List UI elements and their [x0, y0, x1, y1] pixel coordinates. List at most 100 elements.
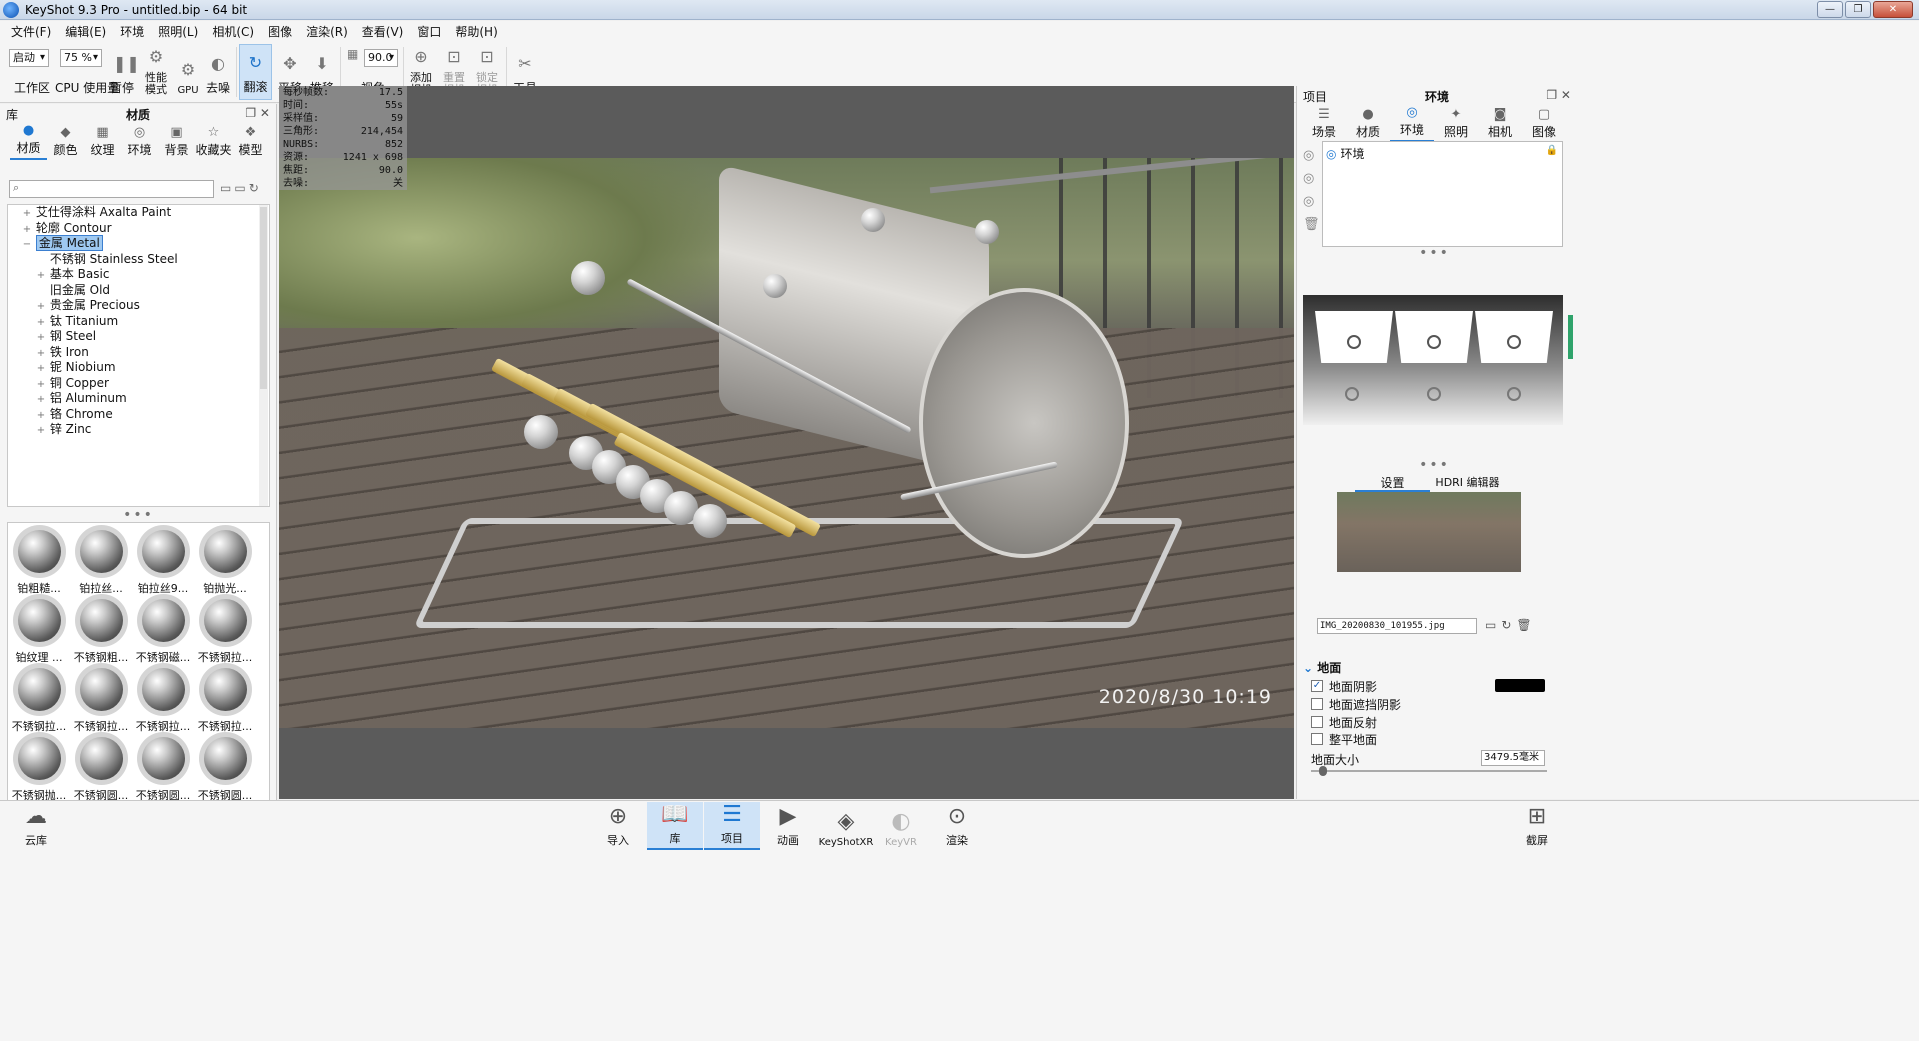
- material-thumbnail[interactable]: 不锈钢抛...: [11, 732, 67, 802]
- menu-camera[interactable]: 相机(C): [205, 23, 261, 40]
- menu-help[interactable]: 帮助(H): [448, 23, 504, 40]
- tab-camera[interactable]: ◙ 相机: [1478, 106, 1522, 142]
- tree-item[interactable]: + 铜 Copper: [8, 376, 269, 392]
- library-search-input[interactable]: ⌕: [9, 180, 214, 198]
- splitter-handle[interactable]: •••: [1397, 246, 1472, 260]
- ground-occlusion-checkbox[interactable]: [1311, 698, 1323, 710]
- panel-controls[interactable]: ❐ ✕: [245, 106, 270, 120]
- splitter-handle[interactable]: •••: [0, 508, 277, 522]
- tree-item[interactable]: + 轮廓 Contour: [8, 221, 269, 237]
- ground-size-slider[interactable]: [1311, 770, 1547, 772]
- render-viewport[interactable]: 2020/8/30 10:19 每秒帧数: 17.5 时间: 55s 采样值: 59 三角形…: [279, 86, 1294, 799]
- expand-icon[interactable]: +: [36, 377, 46, 393]
- tree-item[interactable]: + 贵金属 Precious: [8, 298, 269, 314]
- expand-icon[interactable]: +: [36, 268, 46, 284]
- expand-icon[interactable]: +: [36, 361, 46, 377]
- tree-item[interactable]: 旧金属 Old: [8, 283, 269, 299]
- material-thumbnail[interactable]: 铂粗糙...: [11, 525, 67, 595]
- folder-add-icon[interactable]: ▭: [234, 181, 248, 195]
- maximize-button[interactable]: ❐: [1845, 1, 1871, 18]
- expand-icon[interactable]: +: [22, 222, 32, 238]
- material-thumbnail[interactable]: 不锈钢拉...: [11, 663, 67, 733]
- tree-item[interactable]: + 铌 Niobium: [8, 360, 269, 376]
- folder-open-icon[interactable]: ▭: [1485, 618, 1501, 632]
- field-of-view-input[interactable]: 90.0: [364, 49, 398, 67]
- tree-item[interactable]: + 铬 Chrome: [8, 407, 269, 423]
- tab-models[interactable]: ❖ 模型: [232, 124, 269, 160]
- menu-image[interactable]: 图像: [261, 23, 299, 40]
- flatten-ground-checkbox[interactable]: [1311, 733, 1323, 745]
- expand-icon[interactable]: +: [36, 330, 46, 346]
- close-button[interactable]: ✕: [1873, 1, 1913, 18]
- tree-item[interactable]: + 基本 Basic: [8, 267, 269, 283]
- denoise-button[interactable]: ◐ 去噪: [204, 44, 232, 100]
- material-thumbnail[interactable]: 不锈钢拉...: [197, 663, 253, 733]
- delete-icon[interactable]: 🗑: [1516, 618, 1536, 632]
- expand-icon[interactable]: −: [22, 237, 32, 253]
- light-pin[interactable]: [1427, 335, 1441, 349]
- performance-mode-button[interactable]: ⚙ 性能 模式: [140, 44, 172, 100]
- softbox-light[interactable]: [1315, 311, 1393, 363]
- cloud-library-button[interactable]: ☁ 云库: [8, 802, 64, 850]
- material-thumbnail[interactable]: 不锈钢拉...: [197, 594, 253, 664]
- tab-colors[interactable]: ◆ 颜色: [47, 124, 84, 160]
- tree-item[interactable]: 不锈钢 Stainless Steel: [8, 252, 269, 268]
- workspace-select[interactable]: 启动: [9, 49, 49, 67]
- tab-lighting[interactable]: ✦ 照明: [1434, 106, 1478, 142]
- tab-settings[interactable]: 设置: [1355, 474, 1430, 492]
- splitter-handle[interactable]: •••: [1397, 458, 1472, 472]
- folder-icon[interactable]: ▭: [220, 181, 234, 195]
- tab-favorites[interactable]: ☆ 收藏夹: [195, 124, 232, 160]
- tree-scrollbar[interactable]: [259, 205, 268, 506]
- softbox-light[interactable]: [1395, 311, 1473, 363]
- animation-button[interactable]: ▶ 动画: [760, 802, 816, 850]
- ground-shadow-option[interactable]: ✓ 地面阴影: [1311, 678, 1377, 694]
- menu-environment[interactable]: 环境: [113, 23, 151, 40]
- expand-icon[interactable]: +: [36, 408, 46, 424]
- environment-list-item[interactable]: ◎ 环境: [1326, 145, 1365, 162]
- delete-icon[interactable]: 🗑: [1303, 213, 1320, 236]
- hdri-preview[interactable]: [1303, 295, 1563, 425]
- material-thumbnail[interactable]: 不锈钢圆...: [73, 732, 129, 802]
- tab-hdri-editor[interactable]: HDRI 编辑器: [1430, 474, 1505, 492]
- flatten-ground-option[interactable]: 整平地面: [1311, 731, 1377, 747]
- light-pin[interactable]: [1347, 335, 1361, 349]
- tab-backplates[interactable]: ▣ 背景: [158, 124, 195, 160]
- material-thumbnail[interactable]: 不锈钢磁...: [135, 594, 191, 664]
- ground-occlusion-option[interactable]: 地面遮挡阴影: [1311, 696, 1401, 712]
- tree-item[interactable]: + 艾仕得涂料 Axalta Paint: [8, 205, 269, 221]
- tab-environments[interactable]: ◎ 环境: [121, 124, 158, 160]
- material-thumbnail[interactable]: 不锈钢圆...: [135, 732, 191, 802]
- project-scrollbar[interactable]: [1568, 295, 1573, 795]
- gpu-button[interactable]: ⚙ GPU: [174, 44, 202, 100]
- expand-icon[interactable]: +: [36, 299, 46, 315]
- import-button[interactable]: ⊕ 导入: [590, 802, 646, 850]
- ground-section-header[interactable]: ⌄ 地面: [1303, 659, 1563, 675]
- expand-icon[interactable]: +: [22, 206, 32, 222]
- ground-reflection-option[interactable]: 地面反射: [1311, 714, 1377, 730]
- material-thumbnail[interactable]: 铂纹理 ...: [11, 594, 67, 664]
- material-thumbnail[interactable]: 不锈钢拉...: [135, 663, 191, 733]
- duplicate-environment-icon[interactable]: ◎: [1303, 167, 1319, 190]
- tumble-button[interactable]: ↻ 翻滚: [239, 44, 272, 100]
- refresh-icon[interactable]: ↻: [1501, 618, 1516, 632]
- panel-controls[interactable]: ❐ ✕: [1546, 88, 1571, 102]
- ground-size-input[interactable]: 3479.5毫米: [1481, 750, 1545, 766]
- material-thumbnail[interactable]: 不锈钢圆...: [197, 732, 253, 802]
- render-image[interactable]: 2020/8/30 10:19: [279, 158, 1294, 728]
- project-button[interactable]: ☰ 项目: [704, 802, 760, 850]
- tab-material[interactable]: ● 材质: [1346, 106, 1390, 142]
- material-thumbnail[interactable]: 铂抛光...: [197, 525, 253, 595]
- ground-size-knob[interactable]: [1319, 766, 1327, 776]
- screenshot-button[interactable]: ⊞ 截屏: [1509, 802, 1565, 850]
- tree-item[interactable]: + 铝 Aluminum: [8, 391, 269, 407]
- pause-button[interactable]: ❚❚ 暂停: [108, 44, 140, 100]
- hdri-file-field[interactable]: IMG_20200830_101955.jpg: [1317, 618, 1477, 634]
- tree-item[interactable]: + 锌 Zinc: [8, 422, 269, 438]
- library-button[interactable]: 📖 库: [647, 802, 703, 850]
- menu-view[interactable]: 查看(V): [355, 23, 411, 40]
- tab-scene[interactable]: ☰ 场景: [1302, 106, 1346, 142]
- lock-icon[interactable]: 🔒: [1546, 145, 1558, 156]
- menu-edit[interactable]: 编辑(E): [58, 23, 113, 40]
- ground-reflection-checkbox[interactable]: [1311, 716, 1323, 728]
